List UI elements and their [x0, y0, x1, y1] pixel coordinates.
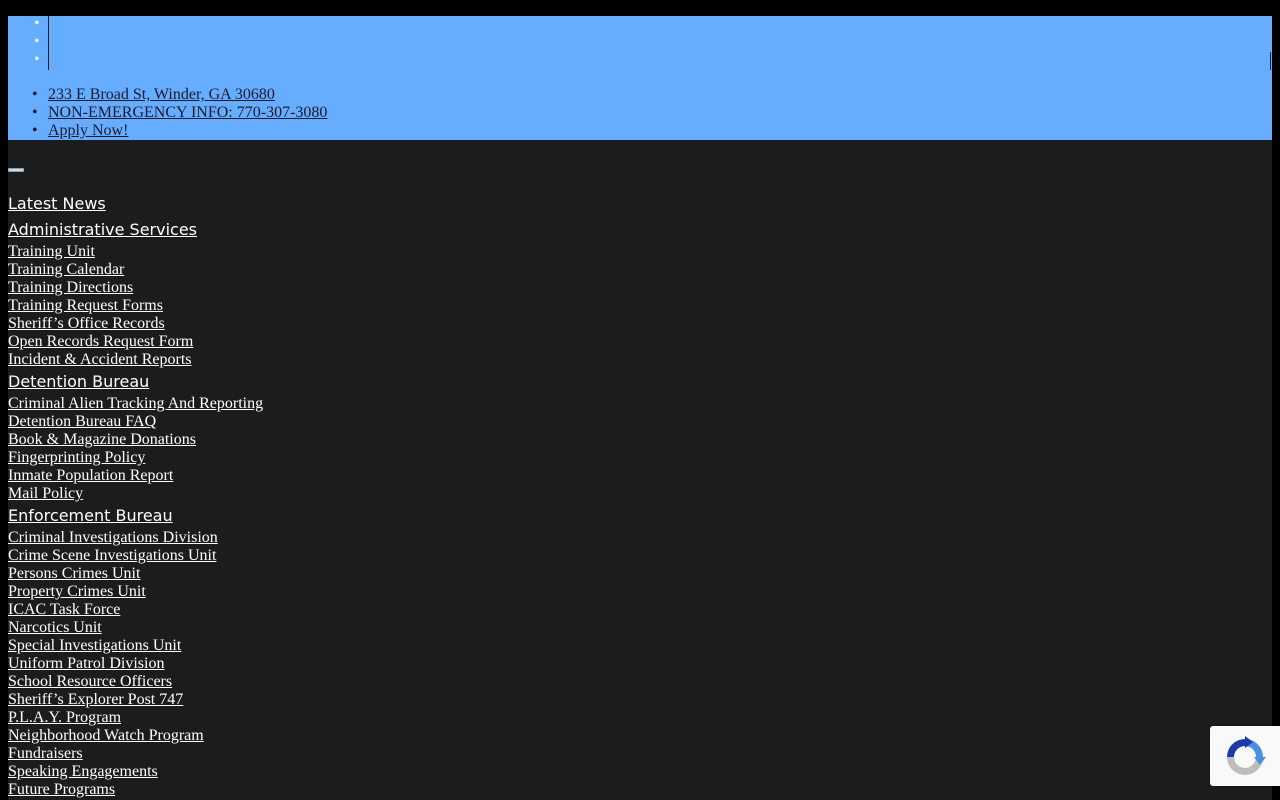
social-link-item[interactable] — [34, 33, 50, 52]
menu-list-item: Training Calendar — [8, 261, 263, 279]
menu-list-item: Mail Policy — [8, 485, 263, 503]
nav-menu: Latest News Administrative Services Trai… — [8, 191, 263, 799]
nav-link-uniform-patrol[interactable]: Uniform Patrol Division — [8, 655, 263, 673]
phone-link[interactable]: NON-EMERGENCY INFO: 770-307-3080 — [48, 104, 327, 121]
menu-list-item: Incident & Accident Reports — [8, 351, 263, 369]
menu-list-item: Future Programs — [8, 781, 263, 799]
menu-list-item: Neighborhood Watch Program — [8, 727, 263, 745]
topbar-divider — [1270, 52, 1271, 70]
menu-list-item: Special Investigations Unit — [8, 637, 263, 655]
nav-item-uniform-patrol: Uniform Patrol Division School Resource … — [8, 655, 263, 799]
menu-list-item: Open Records Request Form — [8, 333, 263, 351]
nav-link-fundraisers[interactable]: Fundraisers — [8, 745, 263, 763]
address-link[interactable]: 233 E Broad St, Winder, GA 30680 — [48, 86, 275, 103]
nav-link-administrative-services[interactable]: Administrative Services — [8, 217, 263, 243]
nav-link-criminal-alien-tracking[interactable]: Criminal Alien Tracking And Reporting — [8, 395, 263, 413]
nav-link-office-records[interactable]: Sheriff’s Office Records — [8, 315, 263, 333]
nav-link-fingerprinting-policy[interactable]: Fingerprinting Policy — [8, 449, 263, 467]
menu-list-item: ICAC Task Force — [8, 601, 263, 619]
menu-list-item: P.L.A.Y. Program — [8, 709, 263, 727]
nav-link-criminal-investigations[interactable]: Criminal Investigations Division — [8, 529, 263, 547]
apply-now-link[interactable]: Apply Now! — [48, 122, 128, 139]
main-navigation: Latest News Administrative Services Trai… — [8, 191, 263, 799]
contact-address-item: 233 E Broad St, Winder, GA 30680 — [32, 86, 327, 104]
menu-list-item: Training Directions — [8, 279, 263, 297]
nav-link-special-investigations[interactable]: Special Investigations Unit — [8, 637, 263, 655]
nav-item-administrative-services: Administrative Services Training Unit Tr… — [8, 217, 263, 369]
contact-phone-item: NON-EMERGENCY INFO: 770-307-3080 — [32, 104, 327, 122]
menu-toggle-button[interactable] — [8, 168, 24, 172]
nav-link-school-resource-officers[interactable]: School Resource Officers — [8, 673, 263, 691]
social-links-list — [34, 16, 50, 70]
submenu: Training Unit Training Calendar Training… — [8, 243, 263, 369]
nav-item-school-resource-officers: School Resource Officers Sheriff’s Explo… — [8, 673, 263, 799]
submenu: Criminal Alien Tracking And Reporting De… — [8, 395, 263, 503]
nav-link-training-calendar[interactable]: Training Calendar — [8, 261, 263, 279]
submenu: Open Records Request Form Incident & Acc… — [8, 333, 263, 369]
menu-list-item: Training Request Forms — [8, 297, 263, 315]
menu-list-item: Persons Crimes Unit — [8, 565, 263, 583]
menu-list-item: Narcotics Unit — [8, 619, 263, 637]
nav-link-book-donations[interactable]: Book & Magazine Donations — [8, 431, 263, 449]
menu-list-item: Criminal Alien Tracking And Reporting — [8, 395, 263, 413]
nav-link-explorer-post[interactable]: Sheriff’s Explorer Post 747 — [8, 691, 263, 709]
page-frame: 233 E Broad St, Winder, GA 30680 NON-EME… — [8, 16, 1272, 800]
submenu: Training Calendar Training Directions Tr… — [8, 261, 263, 315]
nav-link-icac-task-force[interactable]: ICAC Task Force — [8, 601, 263, 619]
menu-list-item: Property Crimes Unit — [8, 583, 263, 601]
nav-link-enforcement-bureau[interactable]: Enforcement Bureau — [8, 503, 263, 529]
nav-link-training-request-forms[interactable]: Training Request Forms — [8, 297, 263, 315]
submenu: School Resource Officers Sheriff’s Explo… — [8, 673, 263, 799]
nav-link-training-unit[interactable]: Training Unit — [8, 243, 263, 261]
nav-item-detention-bureau: Detention Bureau Criminal Alien Tracking… — [8, 369, 263, 503]
nav-link-speaking-engagements[interactable]: Speaking Engagements — [8, 763, 263, 781]
nav-link-persons-crimes[interactable]: Persons Crimes Unit — [8, 565, 263, 583]
menu-list-item: Inmate Population Report — [8, 467, 263, 485]
nav-link-play-program[interactable]: P.L.A.Y. Program — [8, 709, 263, 727]
nav-link-crime-scene-unit[interactable]: Crime Scene Investigations Unit — [8, 547, 263, 565]
contact-info-list: 233 E Broad St, Winder, GA 30680 NON-EME… — [32, 86, 327, 140]
nav-link-property-crimes[interactable]: Property Crimes Unit — [8, 583, 263, 601]
nav-link-latest-news[interactable]: Latest News — [8, 191, 263, 217]
menu-list-item: Fingerprinting Policy — [8, 449, 263, 467]
menu-list-item: Sheriff’s Explorer Post 747 — [8, 691, 263, 709]
nav-link-inmate-population[interactable]: Inmate Population Report — [8, 467, 263, 485]
recaptcha-logo-icon — [1227, 736, 1266, 775]
nav-link-open-records-request[interactable]: Open Records Request Form — [8, 333, 263, 351]
nav-link-mail-policy[interactable]: Mail Policy — [8, 485, 263, 503]
nav-link-narcotics-unit[interactable]: Narcotics Unit — [8, 619, 263, 637]
nav-item-enforcement-bureau: Enforcement Bureau Criminal Investigatio… — [8, 503, 263, 799]
submenu: Sheriff’s Explorer Post 747 P.L.A.Y. Pro… — [8, 691, 263, 799]
nav-link-detention-faq[interactable]: Detention Bureau FAQ — [8, 413, 263, 431]
menu-list-item: Speaking Engagements — [8, 763, 263, 781]
social-link-item[interactable] — [34, 16, 50, 34]
menu-list-item: Fundraisers — [8, 745, 263, 763]
contact-apply-item: Apply Now! — [32, 122, 327, 140]
top-bar: 233 E Broad St, Winder, GA 30680 NON-EME… — [8, 16, 1272, 140]
nav-link-incident-reports[interactable]: Incident & Accident Reports — [8, 351, 263, 369]
nav-link-neighborhood-watch[interactable]: Neighborhood Watch Program — [8, 727, 263, 745]
menu-list-item: Book & Magazine Donations — [8, 431, 263, 449]
nav-link-training-directions[interactable]: Training Directions — [8, 279, 263, 297]
nav-item-latest-news: Latest News — [8, 191, 263, 217]
nav-item-office-records: Sheriff’s Office Records Open Records Re… — [8, 315, 263, 369]
menu-list-item: Detention Bureau FAQ — [8, 413, 263, 431]
submenu: Criminal Investigations Division Crime S… — [8, 529, 263, 799]
nav-link-detention-bureau[interactable]: Detention Bureau — [8, 369, 263, 395]
nav-item-criminal-investigations: Criminal Investigations Division Crime S… — [8, 529, 263, 655]
nav-item-training-unit: Training Unit Training Calendar Training… — [8, 243, 263, 315]
social-link-item[interactable] — [34, 51, 50, 70]
recaptcha-badge[interactable] — [1210, 726, 1280, 786]
menu-list-item: Crime Scene Investigations Unit — [8, 547, 263, 565]
submenu: Crime Scene Investigations Unit Persons … — [8, 547, 263, 655]
nav-link-future-programs[interactable]: Future Programs — [8, 781, 263, 799]
